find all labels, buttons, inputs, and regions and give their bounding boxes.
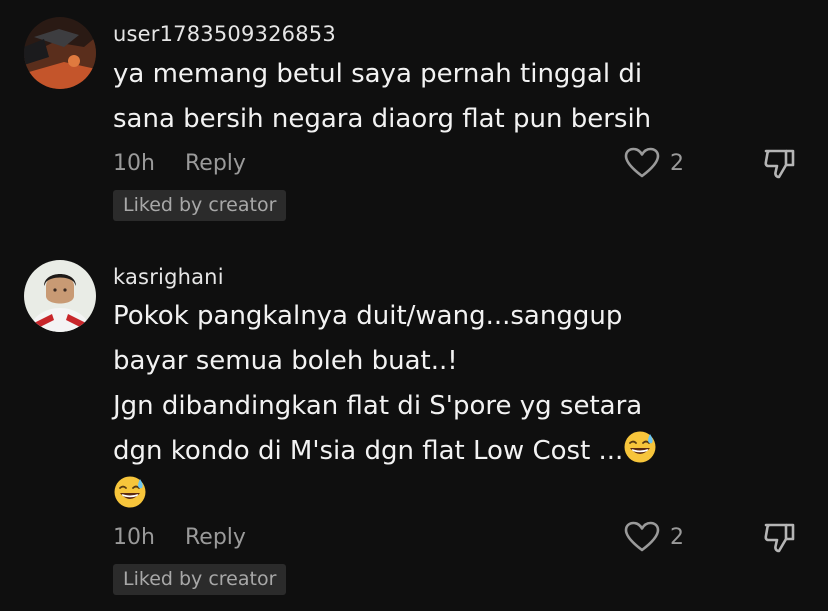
- comment-text-line: bayar semua boleh buat..!: [113, 346, 458, 376]
- reply-button[interactable]: Reply: [185, 525, 246, 550]
- like-button[interactable]: [624, 147, 664, 179]
- comment-text: Pokok pangkalnya duit/wang...sanggup bay…: [113, 294, 657, 519]
- thumbs-down-outline-icon: [764, 523, 795, 553]
- comment-timestamp: 10h: [113, 151, 155, 176]
- comment-username[interactable]: user1783509326853: [113, 22, 336, 46]
- comment-meta: 10h Reply: [113, 525, 246, 550]
- comment-text-line: ya memang betul saya pernah tinggal di: [113, 59, 643, 89]
- avatar[interactable]: [24, 17, 96, 89]
- comment-timestamp: 10h: [113, 525, 155, 550]
- grinning-face-with-sweat-icon: [624, 431, 656, 463]
- like-button[interactable]: [624, 521, 664, 553]
- comment-username[interactable]: kasrighani: [113, 265, 224, 289]
- liked-by-creator-badge: Liked by creator: [113, 190, 287, 221]
- comment-text-fragment: dgn kondo di M'sia dgn flat Low Cost ...: [113, 436, 624, 466]
- comment-text-line: Pokok pangkalnya duit/wang...sanggup: [113, 301, 623, 331]
- reply-button[interactable]: Reply: [185, 151, 246, 176]
- dislike-button[interactable]: [762, 145, 798, 181]
- comment-meta: 10h Reply: [113, 151, 246, 176]
- comment-text-line: [113, 474, 657, 519]
- heart-outline-icon: [624, 521, 660, 552]
- liked-by-creator-badge: Liked by creator: [113, 564, 287, 595]
- grinning-face-with-sweat-icon: [114, 476, 146, 508]
- like-count: 2: [670, 525, 684, 550]
- comment-text-line: dgn kondo di M'sia dgn flat Low Cost ...: [113, 429, 657, 474]
- avatar[interactable]: [24, 260, 96, 332]
- comment-text-line: sana bersih negara diaorg flat pun bersi…: [113, 104, 652, 134]
- heart-outline-icon: [624, 147, 660, 178]
- comment-text-line: Jgn dibandingkan flat di S'pore yg setar…: [113, 391, 643, 421]
- thumbs-down-outline-icon: [764, 149, 795, 179]
- dislike-button[interactable]: [762, 519, 798, 555]
- like-count: 2: [670, 151, 684, 176]
- comment-text: ya memang betul saya pernah tinggal di s…: [113, 52, 651, 142]
